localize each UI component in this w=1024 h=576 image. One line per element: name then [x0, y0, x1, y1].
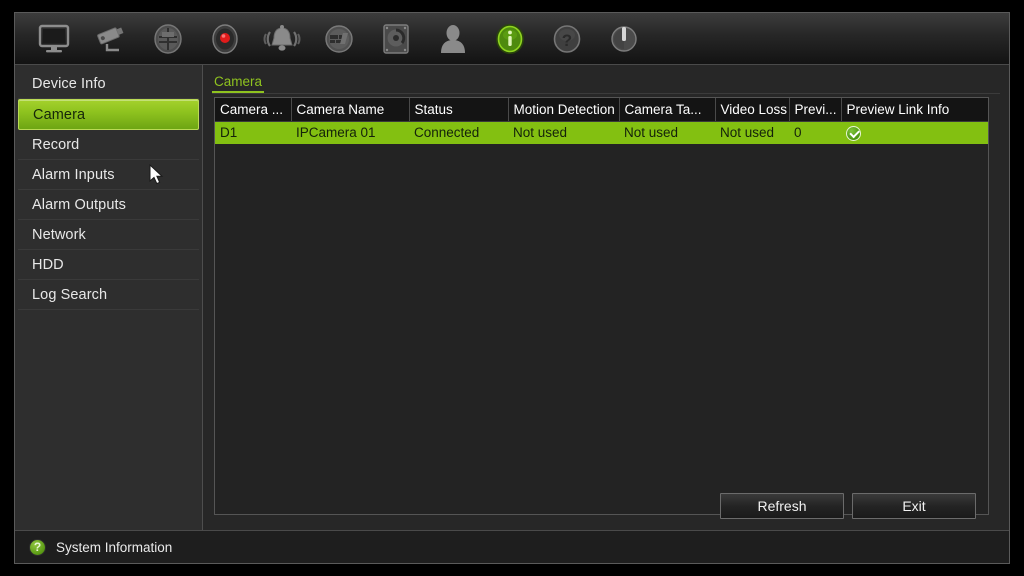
sidebar-item-label: Device Info	[32, 75, 106, 92]
svg-text:?: ?	[561, 31, 571, 50]
sidebar-item-device-info[interactable]: Device Info	[18, 69, 199, 99]
toolbar-button-user[interactable]	[424, 16, 481, 62]
sidebar-item-label: Record	[32, 136, 80, 153]
status-bar-text: System Information	[56, 539, 173, 555]
column-header-motion-detection[interactable]: Motion Detection	[508, 98, 620, 122]
tab-bar-divider	[212, 93, 1000, 94]
toolbar-button-alarm[interactable]	[253, 16, 310, 62]
camera-table: Camera ... Camera Name Status Motion Det…	[215, 98, 988, 144]
sidebar-item-label: Alarm Outputs	[32, 196, 126, 213]
sidebar-item-record[interactable]: Record	[18, 130, 199, 160]
column-header-camera-tamper[interactable]: Camera Ta...	[619, 98, 716, 122]
sidebar-item-alarm-inputs[interactable]: Alarm Inputs	[18, 160, 199, 190]
sidebar-menu: Device Info Camera Record Alarm Inputs A…	[15, 65, 203, 530]
sidebar-item-label: Camera	[33, 106, 86, 123]
camera-table-panel: Camera ... Camera Name Status Motion Det…	[214, 97, 989, 515]
cell-video-loss: Not used	[715, 121, 789, 144]
cell-camera-name: IPCamera 01	[291, 121, 409, 144]
sidebar-item-alarm-outputs[interactable]: Alarm Outputs	[18, 190, 199, 220]
playback-icon	[152, 23, 184, 55]
cell-preview: 0	[789, 121, 841, 144]
toolbar-button-shutdown[interactable]	[595, 16, 652, 62]
camera-icon	[93, 24, 129, 54]
cell-status: Connected	[409, 121, 508, 144]
sidebar-item-camera[interactable]: Camera	[18, 99, 199, 130]
info-icon	[492, 21, 528, 57]
sidebar-item-label: Network	[32, 226, 86, 243]
sidebar-item-network[interactable]: Network	[18, 220, 199, 250]
sidebar-item-label: HDD	[32, 256, 64, 273]
power-icon	[608, 23, 640, 55]
table-row[interactable]: D1 IPCamera 01 Connected Not used Not us…	[215, 121, 988, 144]
sidebar-item-hdd[interactable]: HDD	[18, 250, 199, 280]
refresh-button[interactable]: Refresh	[720, 493, 844, 519]
monitor-icon	[37, 24, 71, 54]
table-header-row: Camera ... Camera Name Status Motion Det…	[215, 98, 988, 122]
tab-bar: Camera	[212, 71, 265, 93]
application-root: ? Device Info Camera Record Alarm Inputs…	[0, 0, 1024, 576]
alarm-bell-icon	[263, 24, 301, 54]
cell-camera-tamper: Not used	[619, 121, 715, 144]
content-panel: Camera Camera ... Camera Name Status Mot…	[204, 65, 1009, 530]
main-window: ? Device Info Camera Record Alarm Inputs…	[14, 12, 1010, 564]
toolbar-button-network[interactable]	[310, 16, 367, 62]
column-header-status[interactable]: Status	[409, 98, 509, 122]
sidebar-item-log-search[interactable]: Log Search	[18, 280, 199, 310]
help-circle-icon: ?	[29, 538, 46, 556]
toolbar-button-record[interactable]	[196, 16, 253, 62]
check-icon	[846, 125, 861, 141]
toolbar-button-system-information[interactable]	[481, 16, 538, 62]
network-icon	[323, 23, 355, 55]
cell-motion-detection: Not used	[508, 121, 619, 144]
user-icon	[438, 23, 468, 55]
cell-preview-link-info	[841, 121, 988, 144]
hdd-icon	[381, 23, 411, 55]
column-header-preview-link-info[interactable]: Preview Link Info	[841, 98, 988, 122]
column-header-preview[interactable]: Previ...	[789, 98, 842, 122]
column-header-video-loss[interactable]: Video Loss	[715, 98, 790, 122]
cell-camera-no: D1	[215, 121, 291, 144]
toolbar-button-live-view[interactable]	[25, 16, 82, 62]
tab-camera[interactable]: Camera	[212, 74, 265, 93]
toolbar-button-hdd[interactable]	[367, 16, 424, 62]
column-header-camera-name[interactable]: Camera Name	[291, 98, 410, 122]
sidebar-item-label: Alarm Inputs	[32, 166, 115, 183]
sidebar-item-label: Log Search	[32, 286, 108, 303]
record-icon	[209, 23, 241, 55]
body-region: Device Info Camera Record Alarm Inputs A…	[15, 65, 1009, 530]
exit-button[interactable]: Exit	[852, 493, 976, 519]
toolbar-button-camera[interactable]	[82, 16, 139, 62]
main-toolbar: ?	[15, 13, 1009, 65]
toolbar-button-playback[interactable]	[139, 16, 196, 62]
column-header-camera-no[interactable]: Camera ...	[215, 98, 292, 122]
toolbar-button-help[interactable]: ?	[538, 16, 595, 62]
help-icon: ?	[551, 23, 583, 55]
status-bar: ? System Information	[15, 530, 1009, 563]
